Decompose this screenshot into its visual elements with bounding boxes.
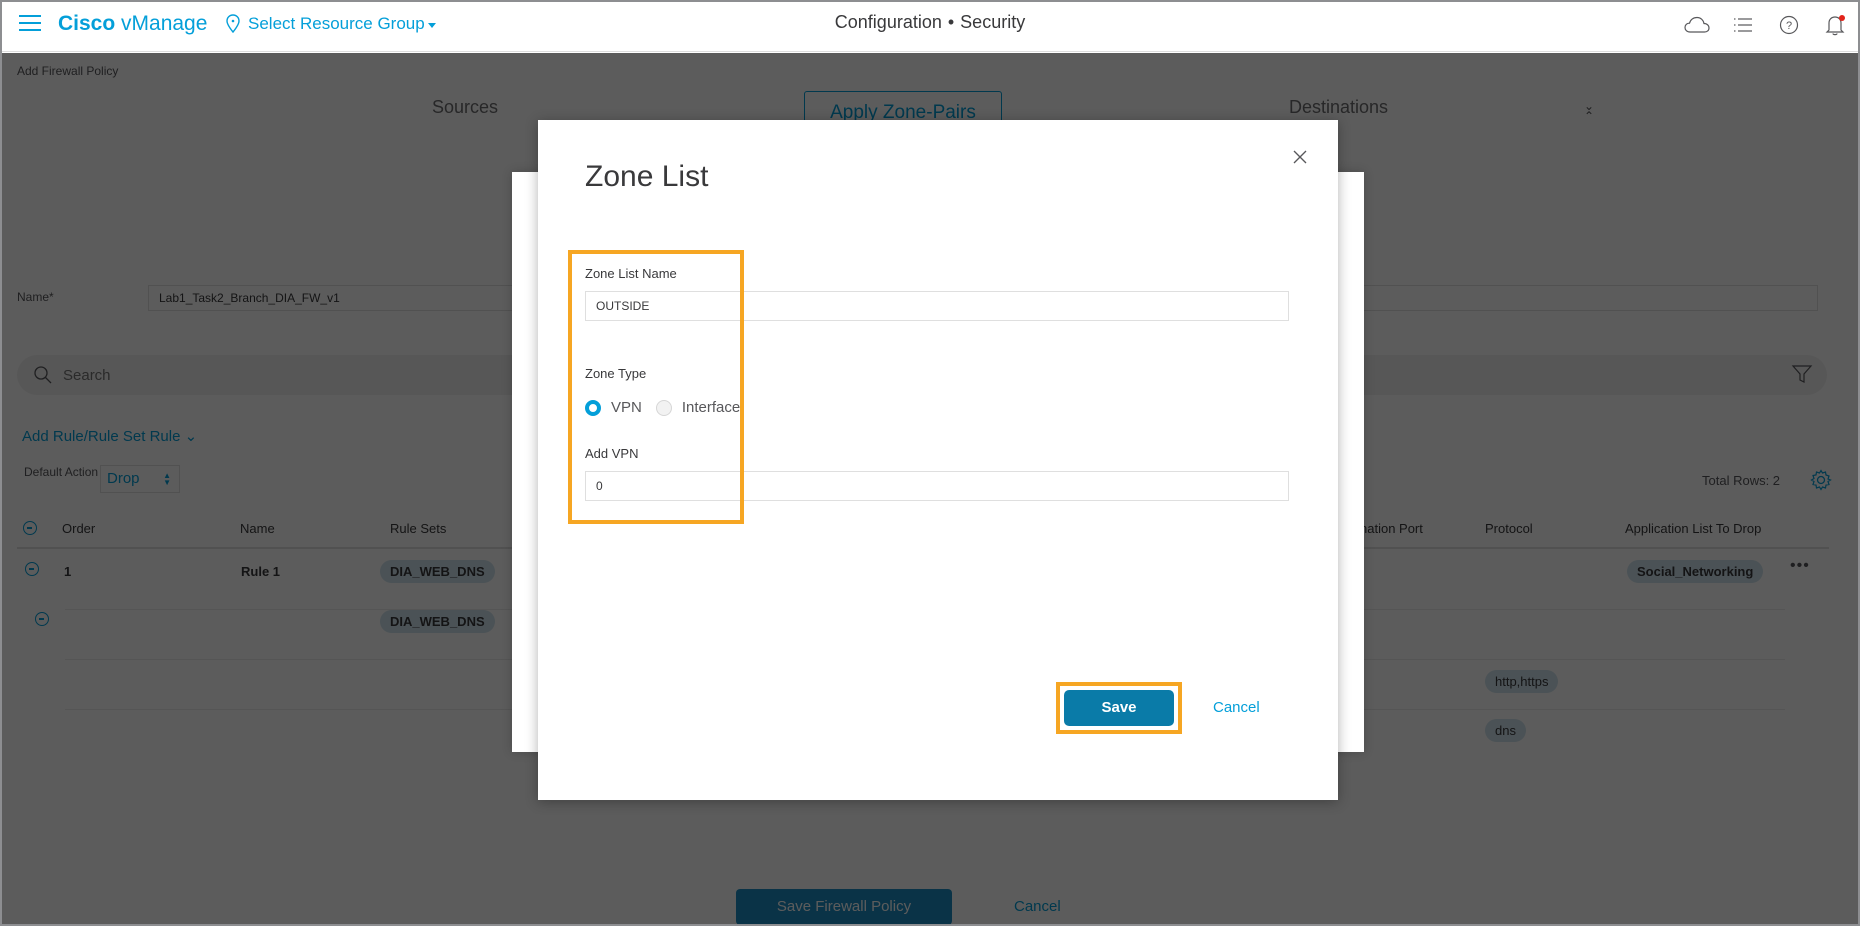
save-button[interactable]: Save	[1064, 690, 1174, 726]
close-icon[interactable]	[1290, 147, 1310, 167]
task-list-icon[interactable]	[1730, 12, 1756, 38]
cloud-icon[interactable]	[1684, 12, 1710, 38]
radio-interface-label[interactable]: Interface	[682, 399, 740, 416]
radio-interface[interactable]	[655, 399, 672, 416]
zone-list-modal: Zone List Zone List Name Zone Type VPN I…	[538, 120, 1338, 800]
help-icon[interactable]: ?	[1776, 12, 1802, 38]
radio-vpn[interactable]	[585, 399, 601, 416]
modal-title: Zone List	[585, 160, 709, 193]
radio-vpn-label[interactable]: VPN	[611, 399, 642, 416]
app-window: Cisco vManage Select Resource Group Conf…	[2, 2, 1858, 924]
page-breadcrumb: Configuration • Security	[2, 12, 1858, 33]
svg-text:?: ?	[1786, 20, 1792, 32]
breadcrumb-separator: •	[947, 12, 955, 32]
zone-type-radio-group: VPN Interface	[585, 399, 754, 416]
breadcrumb-page: Security	[960, 12, 1026, 32]
cancel-button[interactable]: Cancel	[1213, 699, 1260, 716]
notification-badge	[1839, 15, 1845, 21]
zone-type-label: Zone Type	[585, 366, 647, 381]
add-vpn-input[interactable]	[585, 471, 1289, 501]
breadcrumb-section: Configuration	[834, 12, 942, 32]
header-icons: ?	[1684, 12, 1848, 38]
zone-list-name-label: Zone List Name	[585, 266, 677, 281]
notification-bell-icon[interactable]	[1822, 12, 1848, 38]
zone-list-name-input[interactable]	[585, 291, 1289, 321]
add-vpn-label: Add VPN	[585, 446, 639, 461]
top-header: Cisco vManage Select Resource Group Conf…	[2, 2, 1858, 52]
